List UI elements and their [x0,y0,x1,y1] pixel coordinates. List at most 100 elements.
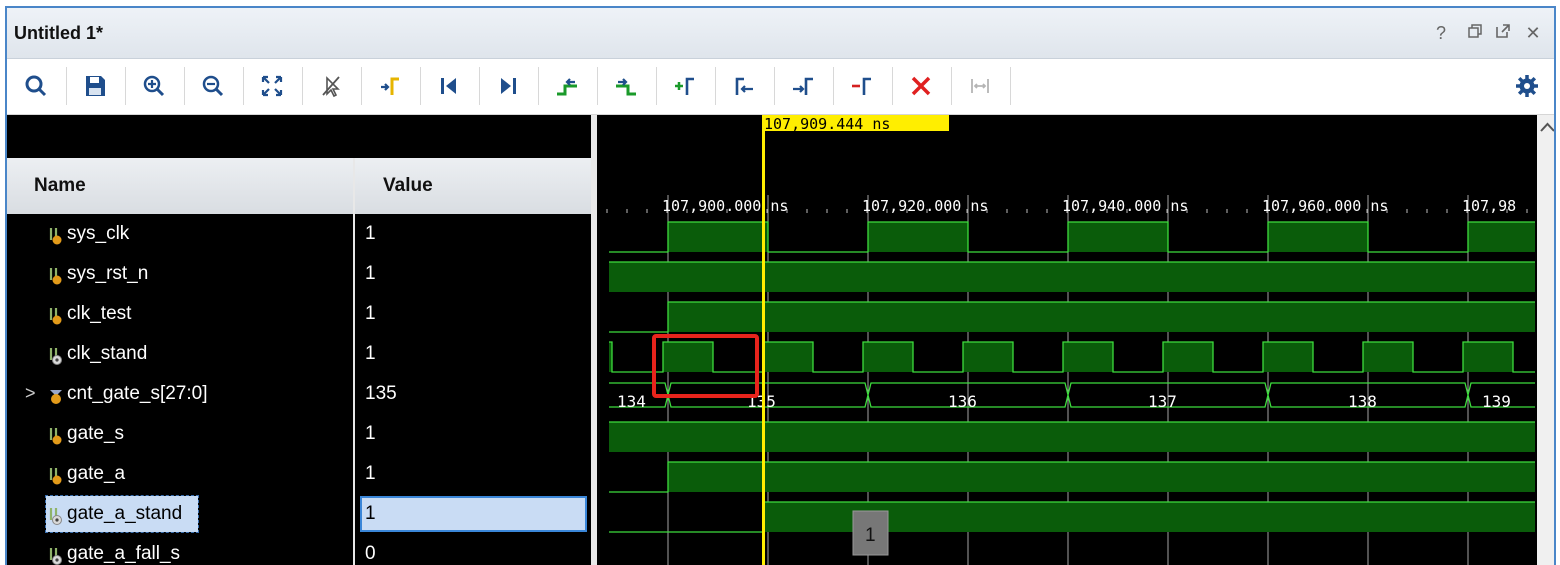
signal-value: 1 [365,343,376,364]
wave-high-fill [763,342,813,372]
restore-icon[interactable] [1465,23,1485,43]
signal-name: sys_clk [67,223,130,244]
bus-value-label: 137 [1148,392,1177,411]
swap-cursors-icon [971,79,989,93]
signal-list-panel: Name Value sys_clk 1 sys_rst_n 1 clk_tes… [7,115,597,565]
wave-high-fill [868,222,968,252]
prev-marker-button[interactable] [727,69,761,103]
red-x-icon [911,76,931,96]
wave-high-fill [668,302,1535,332]
settings-button[interactable] [1510,69,1544,103]
time-tick-label: 107,920.000 ns [862,197,988,215]
next-transition-button[interactable] [609,69,643,103]
internal-signal-icon [48,347,62,365]
cursor-off-button[interactable] [314,69,348,103]
signal-name: gate_a_stand [67,503,183,524]
goto-cursor-button[interactable] [373,69,407,103]
goto-start-button[interactable] [432,69,466,103]
tooltip-value: 1 [865,525,876,546]
goto-cursor-icon [381,77,399,95]
delete-marker-button[interactable] [845,69,879,103]
signal-row-selected[interactable]: gate_a_stand 1 [7,495,591,535]
signal-row[interactable]: gate_a 1 [7,455,591,495]
signal-value: 1 [365,423,376,444]
waveforms [609,221,1535,533]
bus-value-label: 134 [617,392,646,411]
value-column-header[interactable]: Value [383,158,433,214]
bit-signal-icon [48,467,62,485]
signal-name: cnt_gate_s[27:0] [67,383,208,404]
internal-signal-icon [48,547,62,565]
signal-name: gate_a_fall_s [67,543,181,564]
delete-all-markers-button[interactable] [904,69,938,103]
gear-icon [1516,75,1538,97]
zoom-fit-button[interactable] [255,69,289,103]
signal-row[interactable]: clk_test 1 [7,295,591,335]
signal-name: clk_stand [67,343,148,364]
signal-name: gate_s [67,423,125,444]
title-bar: Untitled 1* ? ✕ [7,8,1554,59]
bit-signal-icon [48,427,62,445]
bus-value-label: 138 [1348,392,1377,411]
zoom-in-button[interactable] [137,69,171,103]
selected-value-box [360,496,587,532]
add-marker-button[interactable] [668,69,702,103]
next-marker-icon [793,77,813,95]
wave-high-fill [1468,222,1535,252]
value-tooltip: 1 [852,510,889,556]
name-column-header[interactable]: Name [34,158,86,214]
wave-high-fill [863,342,913,372]
save-button[interactable] [78,69,112,103]
search-button[interactable] [19,69,53,103]
wave-high-fill [668,462,1535,492]
signal-value: 1 [365,223,376,244]
signal-row[interactable]: gate_s 1 [7,415,591,455]
wave-high-fill [1163,342,1213,372]
cursor-line[interactable] [762,115,765,565]
zoom-out-button[interactable] [196,69,230,103]
wave-high-fill [1268,222,1368,252]
waveform-panel[interactable]: 107,900.000 ns 107,920.000 ns 107,940.00… [597,115,1537,565]
skip-end-icon [501,78,516,94]
swap-cursors-button[interactable] [963,69,997,103]
wave-high-fill [663,342,713,372]
prev-marker-icon [735,77,753,95]
cursor[interactable]: 107,909.444 ns [762,115,949,565]
zoom-fit-icon [261,75,283,97]
float-icon[interactable] [1493,23,1513,43]
wave-high-fill [1463,342,1513,372]
signal-value: 1 [365,463,376,484]
vertical-scrollbar[interactable] [1537,115,1554,565]
magnifier-icon [25,75,47,97]
goto-end-button[interactable] [491,69,525,103]
close-icon[interactable]: ✕ [1523,23,1543,43]
bus-signal-icon [48,387,62,405]
zoom-out-icon [202,75,224,97]
signal-row[interactable]: gate_a_fall_s 0 [7,535,591,565]
help-icon[interactable]: ? [1431,23,1451,43]
signal-row[interactable]: sys_clk 1 [7,215,591,255]
wave-high-fill [1068,222,1168,252]
signal-row[interactable]: clk_stand 1 [7,335,591,375]
toolbar [7,59,1554,115]
prev-transition-button[interactable] [550,69,584,103]
zoom-in-icon [143,75,165,97]
signal-row[interactable]: > cnt_gate_s[27:0] 135 [7,375,591,415]
floppy-icon [86,76,105,96]
signal-name: clk_test [67,303,132,324]
signal-name: gate_a [67,463,126,484]
next-marker-button[interactable] [786,69,820,103]
signal-value: 1 [365,303,376,324]
bit-signal-icon [48,227,62,245]
signal-value: 0 [365,543,376,564]
wave-high-fill [1363,342,1413,372]
waveform-window: Untitled 1* ? ✕ Name Value sys_clk 1 sys… [5,6,1556,565]
column-headers: Name Value [7,158,591,214]
signal-row[interactable]: sys_rst_n 1 [7,255,591,295]
expand-chevron-icon[interactable]: > [25,383,36,404]
prev-transition-icon [557,78,577,96]
internal-signal-icon [48,507,62,525]
wave-high-fill [1063,342,1113,372]
cursor-time-label: 107,909.444 ns [764,115,890,133]
add-marker-icon [675,77,694,95]
